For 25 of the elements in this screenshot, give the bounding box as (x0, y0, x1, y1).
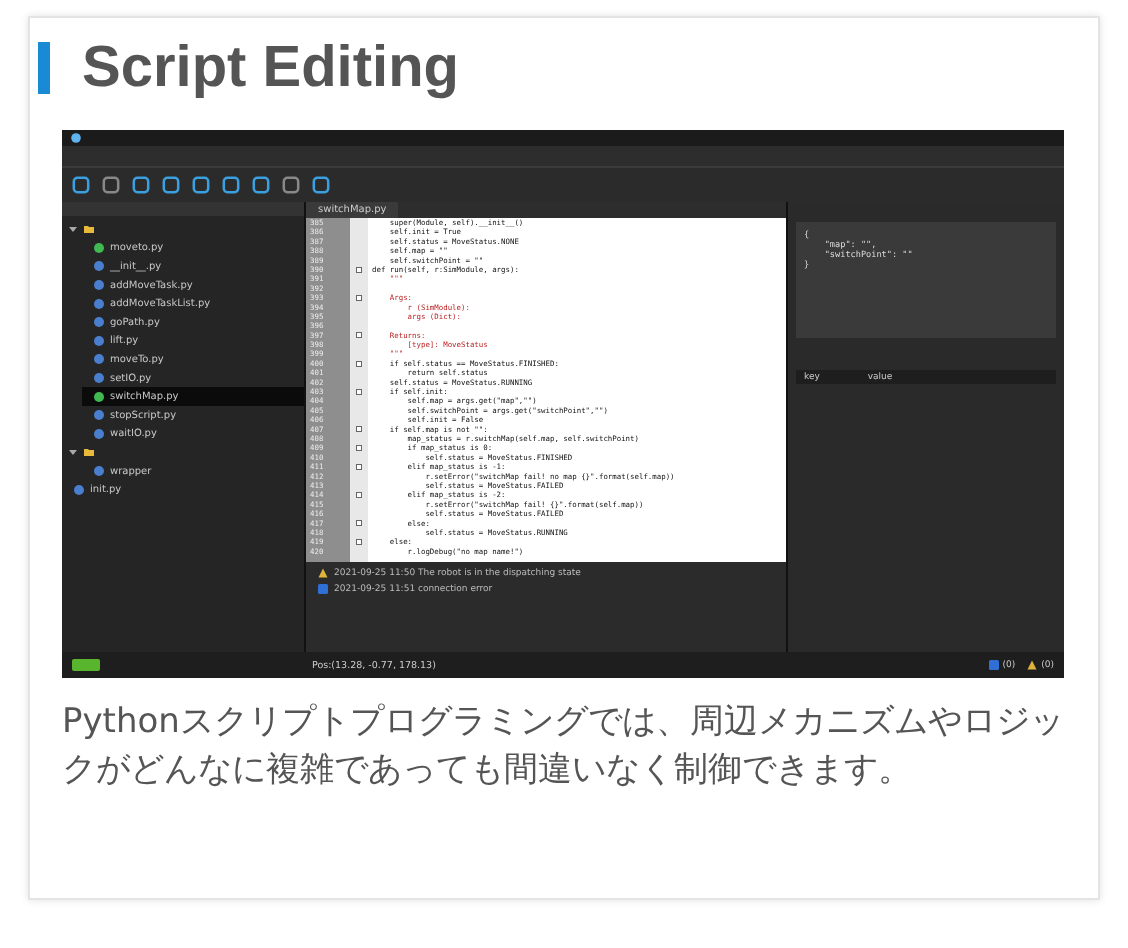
fold-marker[interactable] (356, 538, 362, 545)
section-title: Script Editing (82, 35, 459, 101)
fold-marker[interactable] (356, 445, 362, 452)
fold-marker[interactable] (356, 463, 362, 470)
fold-marker[interactable] (356, 266, 362, 273)
fold-marker[interactable] (356, 332, 362, 339)
accent-bar (38, 42, 50, 94)
fold-marker[interactable] (356, 492, 362, 498)
info-icon (318, 584, 328, 594)
warning-icon (318, 568, 328, 578)
caption: Pythonスクリプトプログラミングでは、周辺メカニズムやロジックがどんなに複雑であっても間違いなく制御できます。 (62, 700, 1066, 794)
status-indicator (72, 659, 100, 671)
fold-marker[interactable] (356, 294, 362, 301)
fold-marker[interactable] (356, 520, 362, 527)
fold-marker[interactable] (356, 388, 362, 395)
folder-icon (84, 224, 94, 235)
warning-icon (1027, 660, 1038, 670)
code-editor[interactable] (306, 218, 786, 562)
fold-marker[interactable] (356, 360, 362, 367)
info-icon (988, 660, 999, 670)
expand-arrow-icon[interactable] (68, 224, 78, 235)
expand-arrow-icon[interactable] (68, 447, 78, 458)
folder-icon (84, 447, 94, 458)
fold-marker[interactable] (356, 426, 362, 433)
app-logo-icon (70, 132, 82, 144)
